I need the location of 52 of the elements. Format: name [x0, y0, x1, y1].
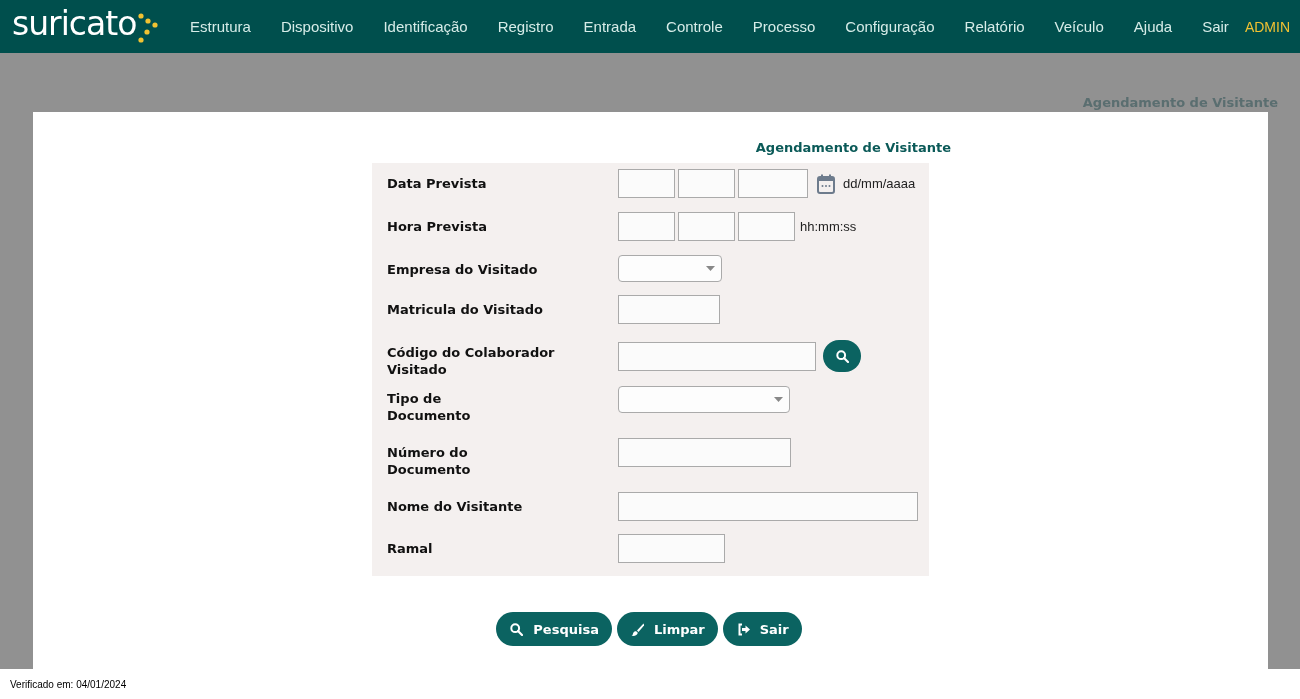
format-hint: hh:mm:ss [800, 219, 857, 234]
clear-button[interactable]: Limpar [616, 612, 718, 646]
menu-item[interactable]: Controle [666, 18, 723, 35]
input-field[interactable] [678, 212, 735, 241]
menu-item[interactable]: Entrada [583, 18, 637, 35]
input-field[interactable] [618, 438, 791, 467]
format-hint: dd/mm/aaaa [843, 176, 916, 191]
input-field[interactable] [618, 169, 675, 198]
menu-item[interactable]: Sair [1202, 18, 1229, 35]
menu-item[interactable]: Dispositivo [280, 18, 354, 35]
caret-icon [774, 397, 783, 402]
verification-date: Verificado em: 04/01/2024 [10, 679, 127, 690]
exit-icon [736, 622, 750, 636]
dialog-title: Agendamento de Visitante [754, 139, 951, 157]
input-field[interactable] [618, 534, 725, 563]
field-label: Número do Documento [387, 444, 472, 478]
menu-item[interactable]: Ajuda [1133, 18, 1173, 35]
field-label: Nome do Visitante [387, 498, 524, 515]
brush-icon [630, 622, 644, 636]
field-label: Tipo de Documento [387, 390, 472, 424]
menu-item[interactable]: Relatório [964, 18, 1025, 35]
user-name[interactable]: ADMIN [1244, 18, 1290, 35]
calendar-icon [817, 173, 835, 194]
menu-item[interactable]: Processo [752, 18, 816, 35]
menu-item[interactable]: Configuração [845, 18, 935, 35]
input-field[interactable] [618, 295, 720, 324]
dropdown[interactable] [618, 255, 722, 282]
input-field[interactable] [738, 212, 795, 241]
field-label: Código do Colaborador Visitado [387, 344, 556, 378]
search-icon [835, 349, 849, 363]
input-field[interactable] [618, 212, 675, 241]
field-label: Data Prevista [387, 175, 488, 192]
input-field[interactable] [738, 169, 808, 198]
field-label: Hora Prevista [387, 218, 488, 235]
menu-item[interactable]: Identificação [383, 18, 468, 35]
dropdown[interactable] [618, 386, 790, 413]
search-button[interactable]: Pesquisa [496, 612, 612, 646]
search-button[interactable] [823, 340, 861, 372]
field-label: Empresa do Visitado [387, 261, 539, 278]
logo[interactable]: suricato [12, 9, 177, 44]
input-field[interactable] [618, 492, 918, 521]
menu-item[interactable]: Registro [497, 18, 554, 35]
input-field[interactable] [618, 341, 816, 371]
exit-button[interactable]: Sair [722, 612, 802, 646]
menu-item[interactable]: Veículo [1054, 18, 1104, 35]
caret-icon [706, 266, 715, 271]
search-icon [510, 622, 524, 636]
menu-item[interactable]: Estrutura [190, 18, 251, 35]
input-field[interactable] [678, 169, 735, 198]
field-label: Ramal [387, 540, 434, 557]
dots-icon [137, 11, 160, 44]
field-label: Matricula do Visitado [387, 301, 544, 318]
